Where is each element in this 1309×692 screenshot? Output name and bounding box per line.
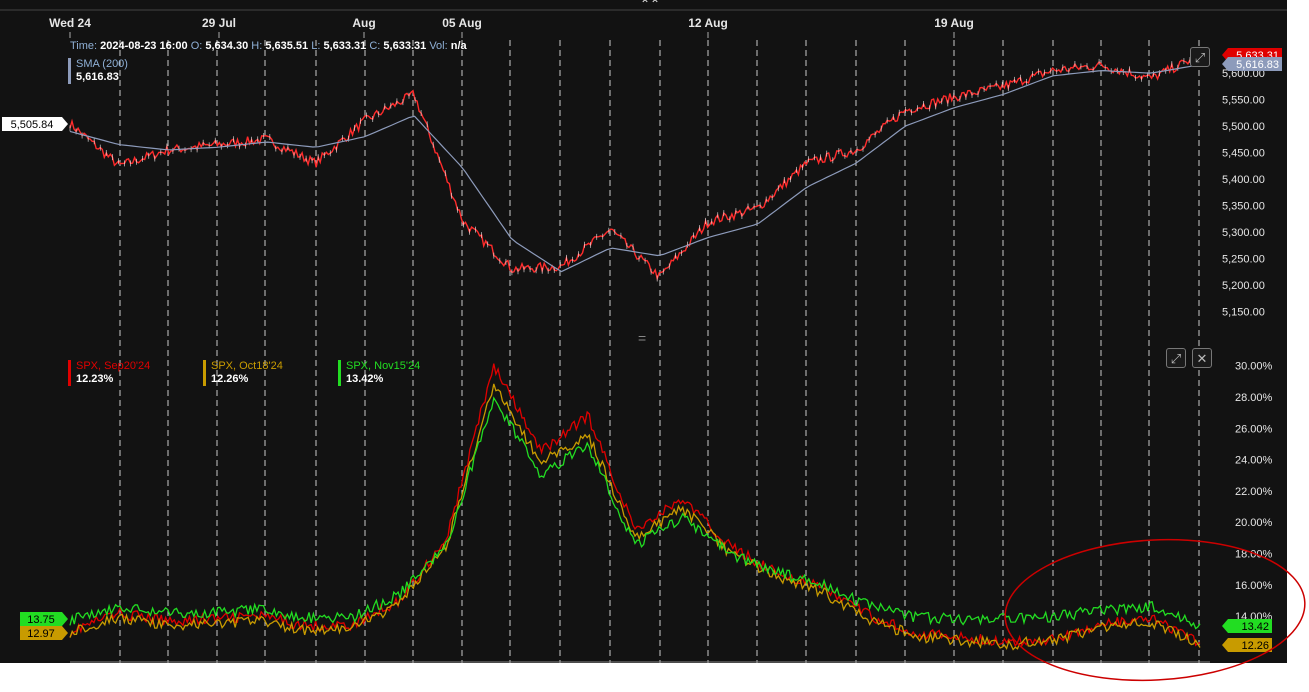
price-tick-label: 5,150.00 [1222, 306, 1265, 318]
open-value: 5,634.30 [205, 40, 249, 52]
left-iv-tag-nov: 13.75 [27, 614, 55, 626]
vol-value: n/a [450, 40, 467, 52]
iv-legend-sep-value: 12.23% [76, 373, 114, 385]
time-axis-label: Wed 24 [49, 16, 91, 30]
chart-canvas: Wed 24 29 Jul Aug 05 Aug 12 Aug 19 Aug 5,150.… [0, 0, 1306, 682]
iv-tick-label: 30.00% [1235, 361, 1273, 373]
iv-tick-label: 28.00% [1235, 392, 1273, 404]
price-tick-label: 5,350.00 [1222, 201, 1265, 213]
iv-legend-nov-name: SPX, Nov15'24 [346, 360, 421, 372]
iv-tick-label: 24.00% [1235, 455, 1273, 467]
iv-legend-oct-value: 12.26% [211, 373, 249, 385]
time-axis-label: 05 Aug [442, 16, 482, 30]
chart-window: Wed 24 29 Jul Aug 05 Aug 12 Aug 19 Aug 5,150.… [0, 0, 1309, 687]
double-chevron-up-icon: ⌃⌃ [640, 0, 661, 11]
iv-legend-oct-name: SPX, Oct18'24 [211, 360, 283, 372]
ohlc-readout: Time: 2024-08-23 16:00 O: 5,634.30 H: 5,… [70, 40, 467, 53]
iv-legend-nov[interactable]: SPX, Nov15'24 13.42% [338, 360, 420, 386]
low-label: L: [311, 40, 321, 52]
iv-tick-label: 20.00% [1235, 517, 1273, 529]
collapse-toggle[interactable]: ⌃⌃ [640, 0, 660, 11]
high-label: H: [251, 40, 263, 52]
close-icon: ✕ [1196, 351, 1208, 366]
time-axis-label: Aug [352, 16, 375, 30]
sma-legend-value: 5,616.83 [76, 71, 119, 83]
upper-expand-button[interactable]: ⤢ [1190, 47, 1210, 67]
iv-tick-label: 26.00% [1235, 423, 1273, 435]
time-value: 2024-08-23 16:00 [100, 40, 188, 52]
time-axis-label: 29 Jul [202, 16, 236, 30]
open-label: O: [190, 40, 203, 52]
iv-legend-nov-value: 13.42% [346, 373, 384, 385]
left-price-tag: 5,505.84 [11, 119, 54, 131]
price-tick-label: 5,300.00 [1222, 227, 1265, 239]
panel-divider-handle[interactable]: = [638, 330, 647, 346]
close-label: C: [369, 40, 381, 52]
time-label: Time: [70, 40, 98, 52]
close-value: 5,633.31 [383, 40, 427, 52]
sma-price-tag: 5,616.83 [1236, 59, 1279, 71]
vol-label: Vol: [429, 40, 448, 52]
drag-handle-icon: = [638, 330, 647, 346]
expand-icon: ⤢ [1170, 351, 1182, 366]
sma-legend-name: SMA (200) [76, 58, 128, 70]
left-iv-tag-oct: 12.97 [27, 628, 55, 640]
iv-legend-sep-name: SPX, Sep20'24 [76, 360, 151, 372]
time-axis-label: 19 Aug [934, 16, 974, 30]
time-axis-label: 12 Aug [688, 16, 728, 30]
low-value: 5,633.31 [323, 40, 367, 52]
price-tick-label: 5,500.00 [1222, 121, 1265, 133]
price-tick-label: 5,400.00 [1222, 174, 1265, 186]
iv-legend-oct[interactable]: SPX, Oct18'24 12.26% [203, 360, 283, 386]
sma-legend[interactable]: SMA (200) 5,616.83 [68, 58, 128, 84]
iv-tick-label: 16.00% [1235, 580, 1273, 592]
iv-tick-label: 22.00% [1235, 486, 1273, 498]
price-tick-label: 5,250.00 [1222, 253, 1265, 265]
price-tick-label: 5,550.00 [1222, 95, 1265, 107]
right-iv-tag-oct: 12.26 [1241, 640, 1269, 652]
right-iv-tag-nov: 13.42 [1241, 621, 1269, 633]
expand-icon: ⤢ [1194, 50, 1206, 65]
high-value: 5,635.51 [265, 40, 309, 52]
lower-close-button[interactable]: ✕ [1192, 348, 1212, 368]
iv-legend-sep[interactable]: SPX, Sep20'24 12.23% [68, 360, 150, 386]
price-tick-label: 5,200.00 [1222, 280, 1265, 292]
price-tick-label: 5,450.00 [1222, 148, 1265, 160]
lower-expand-button[interactable]: ⤢ [1166, 348, 1186, 368]
